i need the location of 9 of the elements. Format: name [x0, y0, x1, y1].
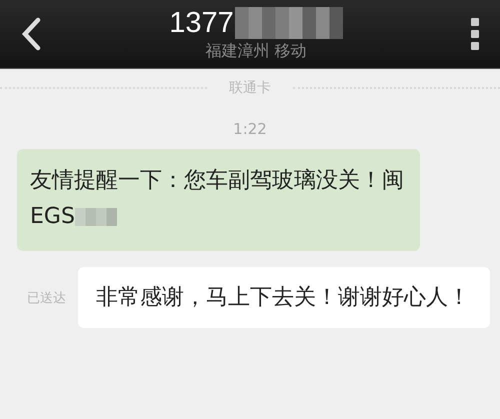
outgoing-message: 非常感谢，马上下去关！谢谢好心人！	[78, 267, 490, 328]
delivery-status: 已送达	[27, 290, 66, 306]
pixelation-drawing	[74, 208, 117, 226]
incoming-message: 友情提醒一下：您车副驾玻璃没关！闽EGS	[17, 149, 420, 251]
menu-button[interactable]	[470, 18, 480, 50]
contact-number: 1377	[169, 7, 234, 39]
back-button[interactable]	[20, 17, 42, 51]
message-time: 1:22	[233, 120, 267, 138]
contact-location: 福建漳州 移动	[205, 41, 307, 61]
